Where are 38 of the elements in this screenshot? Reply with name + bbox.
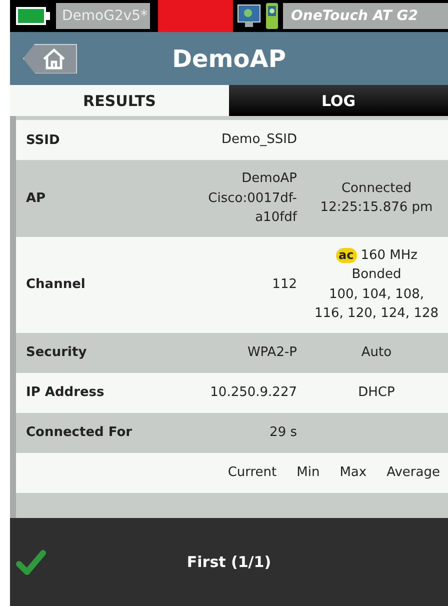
field-value: 112 bbox=[272, 276, 297, 294]
field-detail: Connected bbox=[341, 180, 412, 198]
home-button[interactable] bbox=[23, 44, 77, 74]
field-value: Demo_SSID bbox=[222, 131, 297, 150]
column-header: Average bbox=[386, 465, 440, 480]
field-label: Channel bbox=[26, 277, 86, 292]
field-value: 10.250.9.227 bbox=[210, 384, 297, 402]
field-detail: DHCP bbox=[358, 384, 395, 402]
device-name: OneTouch AT G2 bbox=[283, 3, 448, 29]
result-label: First (1/1) bbox=[186, 553, 272, 571]
page-title: DemoAP bbox=[171, 44, 287, 72]
field-detail: Auto bbox=[361, 344, 392, 362]
field-value: DemoAP bbox=[242, 170, 297, 188]
battery-icon bbox=[16, 7, 50, 25]
home-icon bbox=[41, 48, 67, 70]
field-label: IP Address bbox=[26, 385, 106, 400]
tab[interactable]: RESULTS bbox=[10, 85, 229, 116]
field-value: WPA2-P bbox=[247, 344, 297, 362]
field-detail: 116, 120, 124, 128 bbox=[314, 305, 439, 323]
column-header: Min bbox=[296, 465, 320, 480]
column-header: Current bbox=[228, 465, 277, 480]
field-label: Security bbox=[26, 345, 88, 360]
field-detail: 12:25:15.876 pm bbox=[320, 199, 433, 218]
field-value: a10fdf bbox=[255, 209, 297, 227]
field-value: 29 s bbox=[270, 424, 297, 442]
field-detail: Bonded bbox=[352, 266, 402, 284]
computer-icon bbox=[237, 2, 261, 30]
handheld-device-icon bbox=[265, 2, 279, 30]
field-label: SSID bbox=[26, 132, 61, 148]
field-label: AP bbox=[26, 190, 47, 206]
standard-badge: ac bbox=[336, 248, 357, 263]
field-detail: 160 MHz bbox=[360, 246, 418, 264]
field-value: Cisco:0017df- bbox=[208, 190, 297, 208]
field-label: Connected For bbox=[26, 425, 134, 440]
column-header: Max bbox=[340, 465, 367, 480]
tab[interactable]: LOG bbox=[229, 85, 448, 116]
checkmark-icon bbox=[16, 549, 46, 575]
field-detail: 100, 104, 108, bbox=[328, 286, 424, 304]
